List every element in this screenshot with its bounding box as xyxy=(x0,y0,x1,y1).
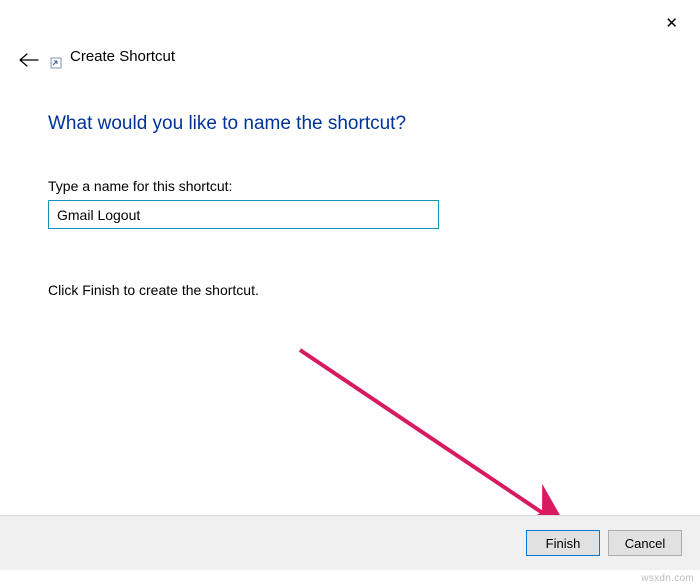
shortcut-name-input[interactable] xyxy=(48,200,439,229)
finish-button[interactable]: Finish xyxy=(526,530,600,556)
shortcut-wizard-icon xyxy=(50,57,62,69)
finish-instruction: Click Finish to create the shortcut. xyxy=(48,282,259,298)
close-icon[interactable]: ✕ xyxy=(665,14,678,32)
cancel-button[interactable]: Cancel xyxy=(608,530,682,556)
page-title: Create Shortcut xyxy=(70,48,175,65)
back-arrow-icon[interactable] xyxy=(18,52,40,68)
wizard-footer: Finish Cancel xyxy=(0,515,700,570)
wizard-heading: What would you like to name the shortcut… xyxy=(48,113,406,135)
annotation-arrow-icon xyxy=(292,342,582,542)
watermark-text: wsxdn.com xyxy=(641,573,694,584)
shortcut-name-label: Type a name for this shortcut: xyxy=(48,178,232,194)
